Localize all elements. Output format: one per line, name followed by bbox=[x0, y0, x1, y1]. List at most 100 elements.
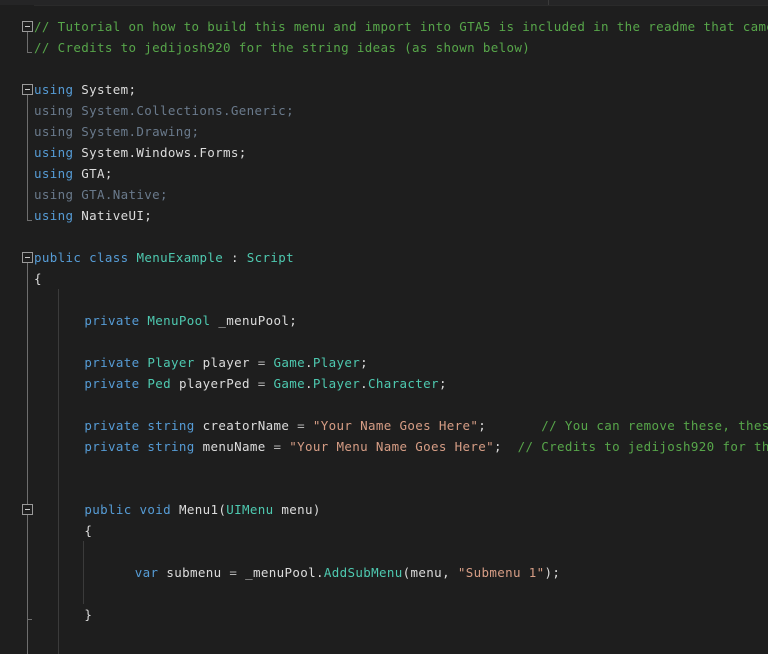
code-token: _menuPool bbox=[245, 565, 316, 580]
code-token: "Your Name Goes Here" bbox=[313, 418, 478, 433]
code-token: Character bbox=[368, 376, 439, 391]
code-token: // You can remove these, these are just … bbox=[541, 418, 768, 433]
code-surface[interactable]: // Tutorial on how to build this menu an… bbox=[34, 5, 768, 654]
code-line[interactable]: private MenuPool _menuPool; bbox=[34, 310, 297, 331]
code-line[interactable]: using System.Drawing; bbox=[34, 121, 199, 142]
code-line[interactable]: // Tutorial on how to build this menu an… bbox=[34, 16, 768, 37]
code-token: = bbox=[289, 418, 313, 433]
code-token: ; bbox=[239, 145, 247, 160]
code-token: ; bbox=[360, 355, 368, 370]
code-token: creatorName bbox=[203, 418, 290, 433]
code-token: System.Windows.Forms bbox=[81, 145, 239, 160]
code-line[interactable]: using System.Windows.Forms; bbox=[34, 142, 247, 163]
code-token: using bbox=[34, 166, 73, 181]
code-line[interactable]: public class MenuExample : Script bbox=[34, 247, 294, 268]
code-token: using bbox=[34, 82, 73, 97]
code-token: { bbox=[34, 271, 42, 286]
code-token: class bbox=[89, 250, 128, 265]
code-line[interactable]: private string menuName = "Your Menu Nam… bbox=[34, 436, 768, 457]
code-token: playerPed bbox=[179, 376, 250, 391]
indent-guide bbox=[83, 541, 84, 604]
code-token: GTA.Native bbox=[81, 187, 160, 202]
code-token: menu bbox=[281, 502, 313, 517]
code-line[interactable]: { bbox=[34, 268, 42, 289]
code-token: = bbox=[250, 355, 274, 370]
code-token: UIMenu bbox=[226, 502, 273, 517]
code-line[interactable]: using GTA.Native; bbox=[34, 184, 168, 205]
fold-region-line bbox=[27, 509, 28, 619]
code-token bbox=[195, 355, 203, 370]
code-token: . bbox=[305, 355, 313, 370]
code-token: Game bbox=[273, 376, 305, 391]
code-token: menu bbox=[411, 565, 443, 580]
code-line[interactable]: using NativeUI; bbox=[34, 205, 152, 226]
code-token: using bbox=[34, 124, 73, 139]
code-token: ; bbox=[160, 187, 168, 202]
code-token: Menu1 bbox=[179, 502, 218, 517]
code-token: GTA bbox=[81, 166, 105, 181]
code-token: , bbox=[442, 565, 458, 580]
code-token: using bbox=[34, 103, 73, 118]
code-token bbox=[132, 502, 140, 517]
fold-region-line bbox=[27, 89, 28, 220]
code-line[interactable]: private string creatorName = "Your Name … bbox=[34, 415, 768, 436]
code-token: . bbox=[316, 565, 324, 580]
code-token: "Submenu 1" bbox=[458, 565, 545, 580]
code-token: MenuPool bbox=[147, 313, 210, 328]
code-token bbox=[171, 502, 179, 517]
fold-region-end-tick bbox=[27, 52, 32, 53]
code-token: . bbox=[360, 376, 368, 391]
code-line[interactable]: { bbox=[34, 520, 92, 541]
code-token: System.Drawing bbox=[81, 124, 191, 139]
code-token: AddSubMenu bbox=[324, 565, 403, 580]
fold-region-end-tick bbox=[27, 220, 32, 221]
fold-toggle-icon[interactable] bbox=[22, 21, 33, 32]
code-token: Player bbox=[313, 376, 360, 391]
code-token: Player bbox=[147, 355, 194, 370]
fold-toggle-icon[interactable] bbox=[22, 84, 33, 95]
code-line[interactable]: private Player player = Game.Player; bbox=[34, 352, 368, 373]
code-token: { bbox=[84, 523, 92, 538]
code-token: using bbox=[34, 208, 73, 223]
code-editor-window: // Tutorial on how to build this menu an… bbox=[0, 0, 768, 654]
code-token: ; bbox=[105, 166, 113, 181]
code-token bbox=[171, 376, 179, 391]
code-token: Ped bbox=[147, 376, 171, 391]
code-token bbox=[486, 418, 541, 433]
code-token: public bbox=[84, 502, 131, 517]
code-token: System bbox=[81, 82, 128, 97]
code-token: // Credits to jedijosh920 for the string… bbox=[34, 40, 530, 55]
fold-toggle-icon[interactable] bbox=[22, 252, 33, 263]
code-token: ); bbox=[544, 565, 560, 580]
code-line[interactable]: // Credits to jedijosh920 for the string… bbox=[34, 37, 530, 58]
code-token: submenu bbox=[166, 565, 221, 580]
code-token bbox=[195, 439, 203, 454]
indent-guide bbox=[58, 289, 59, 654]
code-token: ; bbox=[494, 439, 502, 454]
code-line[interactable]: private Ped playerPed = Game.Player.Char… bbox=[34, 373, 447, 394]
code-token: // Credits to jedijosh920 for the string… bbox=[518, 439, 768, 454]
code-token: ; bbox=[192, 124, 200, 139]
code-line[interactable]: using System.Collections.Generic; bbox=[34, 100, 294, 121]
code-line[interactable]: using System; bbox=[34, 79, 136, 100]
code-token: private bbox=[84, 313, 139, 328]
code-line[interactable]: using GTA; bbox=[34, 163, 113, 184]
code-token bbox=[195, 418, 203, 433]
code-token: . bbox=[305, 376, 313, 391]
code-token: ; bbox=[144, 208, 152, 223]
code-token: NativeUI bbox=[81, 208, 144, 223]
code-token: } bbox=[84, 607, 92, 622]
code-line[interactable]: var submenu = _menuPool.AddSubMenu(menu,… bbox=[34, 562, 560, 583]
code-token: "Your Menu Name Goes Here" bbox=[289, 439, 494, 454]
code-line[interactable]: } bbox=[34, 604, 92, 625]
code-token: ; bbox=[478, 418, 486, 433]
code-token: ; bbox=[439, 376, 447, 391]
code-line[interactable]: public void Menu1(UIMenu menu) bbox=[34, 499, 321, 520]
code-token: private bbox=[84, 355, 139, 370]
code-token: : bbox=[223, 250, 247, 265]
fold-toggle-icon[interactable] bbox=[22, 504, 33, 515]
fold-margin[interactable] bbox=[0, 5, 34, 654]
fold-region-end-tick bbox=[27, 619, 32, 620]
code-token: using bbox=[34, 145, 73, 160]
code-token: player bbox=[203, 355, 250, 370]
